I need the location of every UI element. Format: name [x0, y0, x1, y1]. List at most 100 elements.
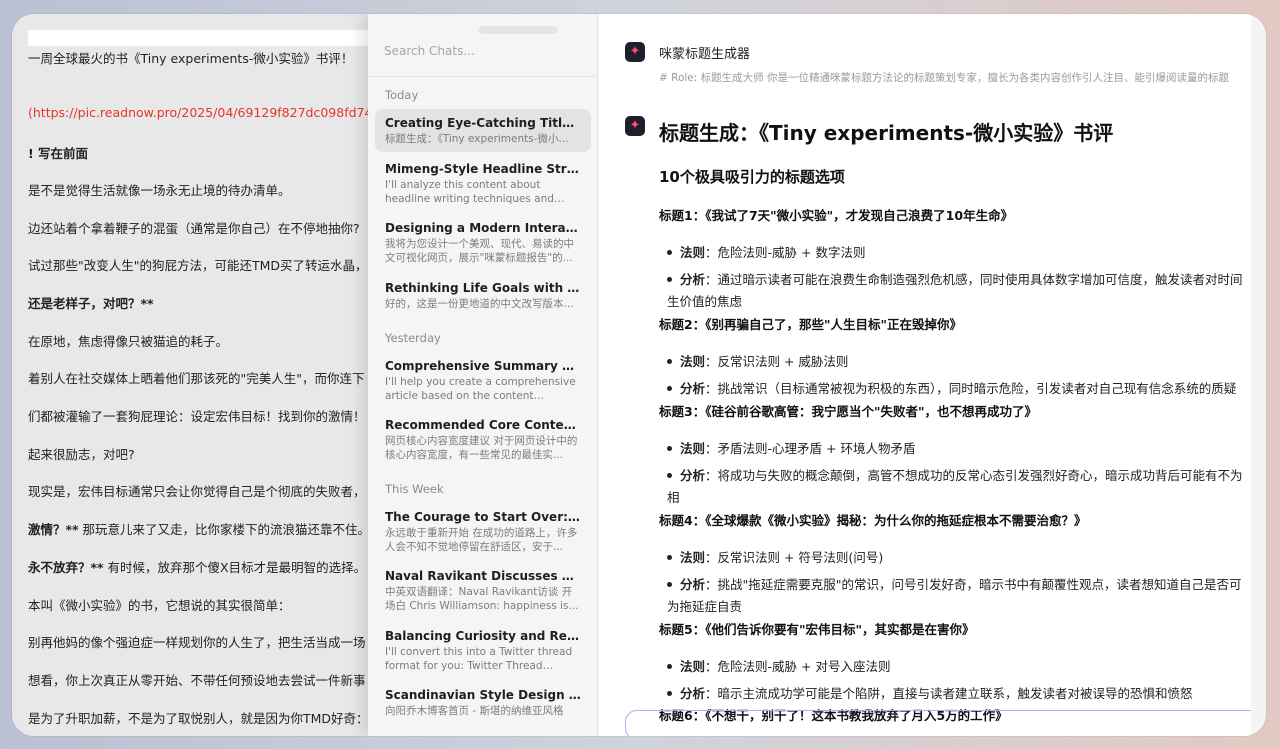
- chat-title: Comprehensive Summary of "Ti...: [385, 359, 581, 373]
- bullet-dot: [667, 473, 672, 478]
- rule-label: 法则: [680, 245, 706, 260]
- chat-title: Recommended Core Content Wi...: [385, 418, 581, 432]
- rule-text: ：矛盾法则-心理矛盾 + 环境人物矛盾: [705, 441, 916, 456]
- bullet-dot: [667, 582, 672, 587]
- rule-text: ：危险法则-威胁 + 对号入座法则: [705, 659, 891, 674]
- rule-bullet: 法则：反常识法则 + 威胁法则: [667, 351, 848, 370]
- document-line: 起来很励志，对吧?: [28, 447, 135, 462]
- bullet-dot: [667, 386, 672, 391]
- window-drag-handle[interactable]: [478, 26, 558, 34]
- chat-title: Rethinking Life Goals with Micro...: [385, 281, 581, 295]
- analysis-label: 分析: [680, 468, 706, 483]
- chat-title: Creating Eye-Catching Titles for...: [385, 116, 581, 130]
- document-pane: 一周全球最火的书《Tiny experiments-微小实验》书评！ (https…: [12, 14, 368, 736]
- document-line: 是为了升职加薪，不是为了取悦别人，就是因为你TMD好奇：: [28, 711, 368, 726]
- document-line: 是不是觉得生活就像一场永无止境的待办清单。: [28, 183, 291, 198]
- chat-title: Mimeng-Style Headline Strategy...: [385, 162, 581, 176]
- chat-main: ✦ 咪蒙标题生成器 # Role: 标题生成大师 你是一位精通咪蒙标题方法论的标…: [599, 14, 1251, 736]
- title-option: 标题4：《全球爆款《微小实验》揭秘：为什么你的拖延症根本不需要治愈？》: [659, 513, 1087, 528]
- rule-bullet: 法则：危险法则-威胁 + 数字法则: [667, 242, 865, 261]
- document-line: 在原地，焦虑得像只被猫追的耗子。: [28, 334, 229, 349]
- chat-title: Balancing Curiosity and Rest for...: [385, 629, 581, 643]
- chat-title: Scandinavian Style Design for M...: [385, 688, 581, 702]
- chat-title: The Courage to Start Over: Succ...: [385, 510, 581, 524]
- document-line: 想看，你上次真正从零开始、不带任何预设地去尝试一件新事: [28, 673, 366, 688]
- chat-item[interactable]: Creating Eye-Catching Titles for... 标题生成：…: [375, 109, 591, 152]
- analysis-bullet: 分析：挑战"拖延症需要克服"的常识，问号引发好奇，暗示书中有颠覆性观点，读者想知…: [667, 574, 1242, 593]
- document-line: 一周全球最火的书《Tiny experiments-微小实验》书评！: [28, 51, 354, 66]
- document-line: 永不放弃？** 有时候，放弃那个傻X目标才是最明智的选择。: [28, 560, 367, 575]
- rule-bullet: 法则：反常识法则 + 符号法则(问号): [667, 547, 883, 566]
- chat-item[interactable]: Designing a Modern Interactive... 我将为您设计一…: [375, 214, 591, 271]
- search-chats-input[interactable]: Search Chats...: [384, 44, 475, 58]
- analysis-text: ：通过暗示读者可能在浪费生命制造强烈危机感，同时使用具体数字增加可信度，触发读者…: [705, 272, 1243, 287]
- sparkle-icon: ✦: [625, 42, 645, 62]
- message-input[interactable]: [625, 710, 1251, 736]
- analysis-label: 分析: [680, 686, 706, 701]
- title-option: 标题3：《硅谷前谷歌高管：我宁愿当个"失败者"，也不想再成功了》: [659, 404, 1037, 419]
- rule-label: 法则: [680, 550, 706, 565]
- document-line: 试过那些"改变人生"的狗屁方法，可能还TMD买了转运水晶，: [28, 258, 368, 273]
- analysis-bullet: 分析：挑战常识（目标通常被视为积极的东西），同时暗示危险，引发读者对自己现有信念…: [667, 378, 1236, 397]
- chat-preview: I'll help you create a comprehensive art…: [385, 376, 576, 402]
- bullet-dot: [667, 277, 672, 282]
- title-option: 标题2：《别再骗自己了，那些"人生目标"正在毁掉你》: [659, 317, 962, 332]
- rule-text: ：危险法则-威胁 + 数字法则: [705, 245, 866, 260]
- chat-item[interactable]: Balancing Curiosity and Rest for... I'll …: [375, 622, 591, 679]
- analysis-bullet: 分析：暗示主流成功学可能是个陷阱，直接与读者建立联系，触发读者对被误导的恐惧和愤…: [667, 683, 1193, 702]
- section-label: Yesterday: [385, 331, 441, 345]
- chat-sidebar: Search Chats... Today Creating Eye-Catchi…: [368, 14, 598, 736]
- chat-preview: 好的，这是一份更地道的中文改写版本...: [385, 298, 574, 310]
- rule-label: 法则: [680, 441, 706, 456]
- bullet-dot: [667, 446, 672, 451]
- title-option: 标题1：《我试了7天"微小实验"，才发现自己浪费了10年生命》: [659, 208, 1014, 223]
- chat-item[interactable]: The Courage to Start Over: Succ... 永远敢于重新…: [375, 503, 591, 560]
- document-line: 激情？** 那玩意儿来了又走，比你家楼下的流浪猫还靠不住。: [28, 522, 368, 537]
- analysis-text: ：挑战"拖延症需要克服"的常识，问号引发好奇，暗示书中有颠覆性观点，读者想知道自…: [705, 577, 1242, 592]
- bullet-dot: [667, 691, 672, 696]
- document-line: 边还站着个拿着鞭子的混蛋（通常是你自己）在不停地抽你?: [28, 221, 360, 236]
- analysis-text: ：暗示主流成功学可能是个陷阱，直接与读者建立联系，触发读者对被误导的恐惧和愤怒: [705, 686, 1193, 701]
- chat-item[interactable]: Rethinking Life Goals with Micro... 好的，这是…: [375, 274, 591, 317]
- analysis-continuation: 相: [667, 490, 680, 505]
- bot-description: # Role: 标题生成大师 你是一位精通咪蒙标题方法论的标题策划专家，擅长为各…: [659, 72, 1229, 84]
- analysis-label: 分析: [680, 381, 706, 396]
- chat-title: Designing a Modern Interactive...: [385, 221, 581, 235]
- rule-label: 法则: [680, 659, 706, 674]
- rule-bullet: 法则：危险法则-威胁 + 对号入座法则: [667, 656, 890, 675]
- chat-preview: 永远敢于重新开始 在成功的道路上，许多人会不知不觉地停留在舒适区，安于...: [385, 527, 578, 553]
- chat-preview: 中英双语翻译：Naval Ravikant访谈 开场白 Chris Willia…: [385, 586, 579, 612]
- chat-preview: I'll analyze this content about headline…: [385, 179, 554, 205]
- chat-item[interactable]: Comprehensive Summary of "Ti... I'll help…: [375, 352, 591, 409]
- section-label: Today: [385, 88, 419, 102]
- bullet-dot: [667, 555, 672, 560]
- chat-item[interactable]: Mimeng-Style Headline Strategy... I'll an…: [375, 155, 591, 212]
- document-toolbar: [28, 30, 368, 46]
- document-line: 们都被灌输了一套狗屁理论：设定宏伟目标！找到你的激情！: [28, 409, 366, 424]
- chat-item[interactable]: Naval Ravikant Discusses Life P... 中英双语翻译…: [375, 562, 591, 619]
- response-subheading: 10个极具吸引力的标题选项: [659, 168, 845, 186]
- chat-item[interactable]: Recommended Core Content Wi... 网页核心内容宽度建议…: [375, 411, 591, 468]
- chat-preview: 网页核心内容宽度建议 对于网页设计中的核心内容宽度，有一些常见的最佳实...: [385, 435, 578, 461]
- document-line: (https://pic.readnow.pro/2025/04/69129f8…: [28, 105, 368, 120]
- analysis-label: 分析: [680, 272, 706, 287]
- section-label: This Week: [385, 482, 444, 496]
- rule-label: 法则: [680, 354, 706, 369]
- title-option: 标题5：《他们告诉你要有"宏伟目标"，其实都是在害你》: [659, 622, 975, 637]
- app-window: 一周全球最火的书《Tiny experiments-微小实验》书评！ (https…: [12, 14, 1266, 736]
- response-heading: 标题生成：《Tiny experiments-微小实验》书评: [659, 121, 1114, 145]
- chat-preview: 向阳乔木博客首页 - 斯堪的纳维亚风格: [385, 705, 564, 717]
- scrollbar[interactable]: [1251, 14, 1266, 736]
- document-line: 还是老样子，对吧？**: [28, 296, 154, 311]
- document-line: ! 写在前面: [28, 146, 89, 161]
- analysis-bullet: 分析：通过暗示读者可能在浪费生命制造强烈危机感，同时使用具体数字增加可信度，触发…: [667, 269, 1243, 288]
- chat-preview: 标题生成：《Tiny experiments-微小...: [385, 133, 569, 145]
- bullet-dot: [667, 664, 672, 669]
- document-line: 着别人在社交媒体上晒着他们那该死的"完美人生"，而你连下: [28, 371, 365, 386]
- analysis-continuation: 生价值的焦虑: [667, 294, 743, 309]
- analysis-label: 分析: [680, 577, 706, 592]
- bullet-dot: [667, 250, 672, 255]
- chat-item[interactable]: Scandinavian Style Design for M... 向阳乔木博客…: [375, 681, 591, 724]
- document-line: 现实是，宏伟目标通常只会让你觉得自己是个彻底的失败者，: [28, 484, 366, 499]
- analysis-continuation: 为拖延症自责: [667, 599, 743, 614]
